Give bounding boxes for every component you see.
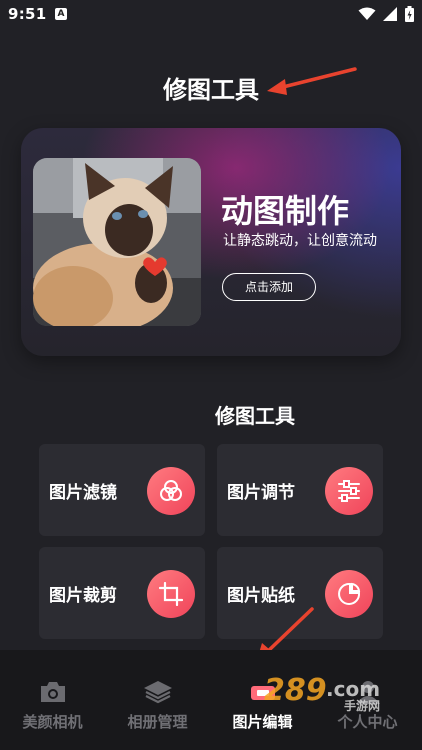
battery-icon xyxy=(405,6,414,22)
nav-label: 相册管理 xyxy=(127,713,188,731)
tool-label: 图片裁剪 xyxy=(49,586,117,606)
notification-icon: A xyxy=(55,8,67,20)
banner-subtitle: 让静态跳动，让创意流动 xyxy=(223,233,377,249)
svg-text:.com: .com xyxy=(326,677,380,701)
status-bar: 9:51 A xyxy=(0,0,422,30)
svg-text:289: 289 xyxy=(264,673,327,708)
tool-card-crop[interactable]: 图片裁剪 xyxy=(39,547,205,639)
nav-label: 个人中心 xyxy=(337,713,398,731)
tools-section-title-text: 修图工具 xyxy=(215,404,295,428)
cat-photo xyxy=(33,158,201,326)
wifi-icon xyxy=(358,7,376,20)
status-icons xyxy=(358,6,414,22)
camera-icon xyxy=(38,678,68,706)
svg-text:手游网: 手游网 xyxy=(344,698,380,712)
status-time: 9:51 xyxy=(8,5,47,23)
gif-maker-banner[interactable]: 动图制作 让静态跳动，让创意流动 点击添加 xyxy=(21,128,401,356)
filter-icon xyxy=(147,467,195,515)
signal-icon xyxy=(383,7,397,21)
nav-label: 美颜相机 xyxy=(22,713,83,731)
crop-icon xyxy=(147,570,195,618)
page-title-text: 修图工具 xyxy=(163,76,259,104)
tool-label: 图片调节 xyxy=(227,483,295,503)
tool-card-adjust[interactable]: 图片调节 xyxy=(217,444,383,536)
tool-label: 图片滤镜 xyxy=(49,483,117,503)
nav-item-beauty-camera[interactable]: 美颜相机 xyxy=(0,650,105,750)
nav-item-album[interactable]: 相册管理 xyxy=(105,650,210,750)
add-button[interactable]: 点击添加 xyxy=(222,273,316,301)
nav-label: 图片编辑 xyxy=(232,713,293,731)
annotation-arrow-icon xyxy=(267,67,357,95)
banner-title: 动图制作 xyxy=(221,192,350,230)
adjust-sliders-icon xyxy=(325,467,373,515)
watermark-logo: 289 .com 手游网 xyxy=(264,673,380,712)
tool-label: 图片贴纸 xyxy=(227,586,295,606)
layers-icon xyxy=(143,678,173,706)
tool-card-filter[interactable]: 图片滤镜 xyxy=(39,444,205,536)
sticker-icon xyxy=(325,570,373,618)
tools-section-title: 修图工具 xyxy=(0,400,422,429)
